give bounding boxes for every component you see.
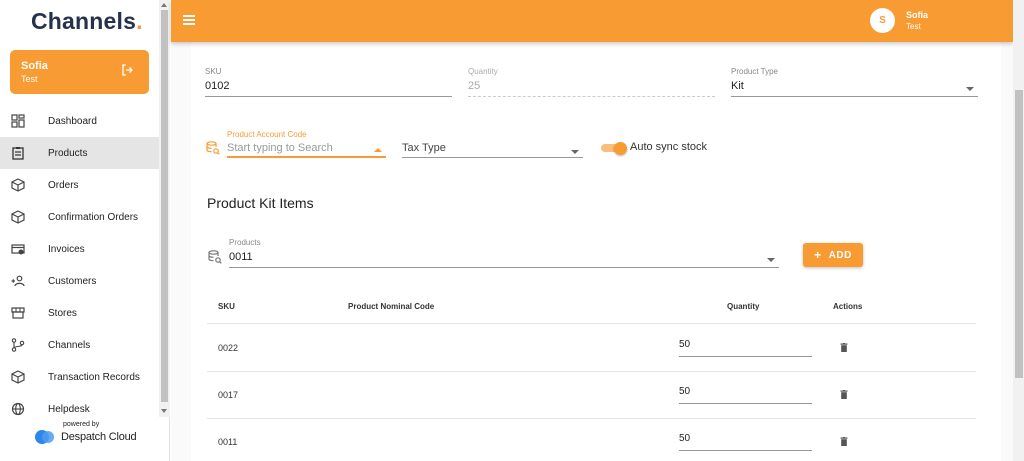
sidebar-item-transaction-records[interactable]: Transaction Records bbox=[0, 361, 159, 393]
powered-by-brand: Despatch Cloud bbox=[61, 431, 137, 443]
auto-sync-label: Auto sync stock bbox=[630, 141, 708, 153]
sku-label: SKU bbox=[205, 67, 222, 76]
powered-by[interactable]: powered by Despatch Cloud bbox=[35, 421, 160, 447]
trash-icon[interactable] bbox=[840, 437, 848, 446]
invoice-icon bbox=[11, 244, 25, 255]
sidebar-item-label: Orders bbox=[48, 180, 79, 191]
column-header-sku: SKU bbox=[218, 302, 235, 311]
scroll-down-arrow-icon[interactable] bbox=[161, 409, 167, 413]
sidebar-item-confirmation-orders[interactable]: Confirmation Orders bbox=[0, 201, 159, 233]
add-button-label: ADD bbox=[828, 249, 852, 261]
plus-icon: + bbox=[814, 248, 822, 262]
app-logo[interactable]: Channels. bbox=[31, 8, 143, 35]
sidebar-item-orders[interactable]: Orders bbox=[0, 169, 159, 201]
box-icon bbox=[11, 178, 25, 192]
chevron-down-icon bbox=[571, 150, 579, 154]
header-user-subtitle: Test bbox=[906, 22, 921, 31]
user-card-name: Sofia bbox=[21, 60, 48, 72]
page-scrollbar[interactable] bbox=[1013, 0, 1024, 461]
kit-section-title: Product Kit Items bbox=[207, 195, 314, 211]
sidebar: Channels. Sofia Test Dashboard Products … bbox=[0, 0, 170, 461]
column-header-nominal-code: Product Nominal Code bbox=[348, 302, 435, 311]
box-icon bbox=[11, 370, 25, 384]
page-scrollbar-thumb[interactable] bbox=[1015, 90, 1023, 378]
row-quantity-input[interactable]: 50 bbox=[679, 386, 812, 404]
scroll-up-arrow-icon[interactable] bbox=[161, 3, 167, 7]
trash-icon[interactable] bbox=[840, 390, 848, 399]
products-value: 0011 bbox=[229, 251, 253, 263]
dashboard-icon bbox=[11, 114, 25, 128]
product-account-code-label: Product Account Code bbox=[227, 130, 307, 139]
tax-type-select[interactable]: Tax Type bbox=[402, 130, 583, 158]
box-icon bbox=[11, 210, 25, 224]
sku-field[interactable]: SKU 0102 bbox=[205, 67, 452, 97]
sidebar-nav: Dashboard Products Orders Confirmation O… bbox=[0, 105, 159, 425]
product-type-value: Kit bbox=[731, 80, 744, 92]
tax-type-placeholder: Tax Type bbox=[402, 142, 446, 154]
sidebar-item-label: Channels bbox=[48, 340, 91, 351]
store-icon bbox=[11, 307, 25, 319]
quantity-value: 25 bbox=[468, 80, 481, 92]
sidebar-item-channels[interactable]: Channels bbox=[0, 329, 159, 361]
branch-icon bbox=[11, 338, 25, 352]
product-type-select[interactable]: Product Type Kit bbox=[731, 67, 978, 97]
despatch-cloud-logo-icon bbox=[35, 430, 54, 444]
products-select[interactable]: Products 0011 bbox=[229, 238, 779, 268]
sidebar-item-label: Products bbox=[48, 148, 88, 159]
globe-icon bbox=[11, 402, 25, 416]
row-sku: 0022 bbox=[218, 343, 239, 353]
clipboard-icon bbox=[12, 147, 24, 160]
header-user-name: Sofia bbox=[906, 10, 929, 20]
add-kit-item-button[interactable]: + ADD bbox=[803, 243, 863, 267]
row-quantity-input[interactable]: 50 bbox=[679, 433, 812, 451]
auto-sync-toggle[interactable] bbox=[601, 142, 627, 155]
sidebar-item-customers[interactable]: Customers bbox=[0, 265, 159, 297]
sidebar-item-label: Transaction Records bbox=[48, 372, 140, 383]
sidebar-item-label: Customers bbox=[48, 276, 97, 287]
trash-icon[interactable] bbox=[840, 343, 848, 352]
sku-value[interactable]: 0102 bbox=[205, 80, 229, 92]
chevron-down-icon bbox=[767, 258, 775, 262]
user-card: Sofia Test bbox=[10, 50, 149, 94]
quantity-field: Quantity 25 bbox=[468, 67, 715, 97]
row-quantity-input[interactable]: 50 bbox=[679, 339, 812, 357]
hamburger-menu-icon[interactable] bbox=[183, 15, 195, 25]
quantity-label: Quantity bbox=[468, 67, 498, 76]
chevron-up-icon[interactable] bbox=[374, 148, 382, 152]
sidebar-item-products[interactable]: Products bbox=[0, 137, 159, 169]
add-user-icon bbox=[11, 275, 25, 287]
products-label: Products bbox=[229, 238, 261, 247]
scrollbar-thumb[interactable] bbox=[161, 10, 168, 402]
row-sku: 0011 bbox=[218, 437, 238, 447]
sidebar-item-label: Confirmation Orders bbox=[48, 212, 139, 223]
table-divider bbox=[207, 371, 976, 372]
sidebar-item-dashboard[interactable]: Dashboard bbox=[0, 105, 159, 137]
sidebar-item-label: Helpdesk bbox=[48, 404, 90, 415]
database-search-icon bbox=[206, 141, 220, 155]
column-header-actions: Actions bbox=[833, 302, 863, 311]
row-sku: 0017 bbox=[218, 390, 239, 400]
product-account-code-input[interactable]: Start typing to Search bbox=[227, 142, 333, 154]
table-divider bbox=[207, 323, 976, 324]
logout-icon[interactable] bbox=[121, 64, 133, 76]
sidebar-item-invoices[interactable]: Invoices bbox=[0, 233, 159, 265]
sidebar-item-stores[interactable]: Stores bbox=[0, 297, 159, 329]
sidebar-scrollbar[interactable] bbox=[159, 0, 170, 417]
sidebar-item-label: Invoices bbox=[48, 244, 85, 255]
powered-by-label: powered by bbox=[63, 421, 100, 428]
sidebar-item-label: Stores bbox=[48, 308, 77, 319]
column-header-quantity: Quantity bbox=[727, 302, 760, 311]
avatar[interactable]: S bbox=[870, 8, 895, 33]
table-divider bbox=[207, 418, 976, 419]
top-header: S Sofia Test bbox=[171, 0, 1013, 42]
database-search-icon bbox=[208, 250, 222, 264]
sidebar-item-label: Dashboard bbox=[48, 116, 97, 127]
user-card-subtitle: Test bbox=[21, 74, 38, 84]
chevron-down-icon bbox=[966, 87, 974, 91]
product-type-label: Product Type bbox=[731, 67, 778, 76]
product-account-code-field[interactable]: Product Account Code Start typing to Sea… bbox=[227, 130, 386, 158]
